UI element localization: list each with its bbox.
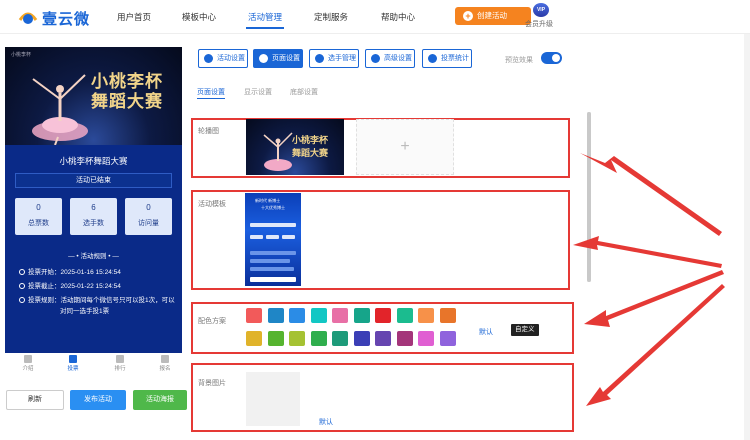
annotation-arrow bbox=[584, 270, 724, 327]
annotation-arrow bbox=[586, 284, 725, 406]
annotation-arrow bbox=[573, 236, 722, 268]
annotation-arrows bbox=[573, 153, 725, 406]
annotation-arrow bbox=[580, 153, 722, 236]
